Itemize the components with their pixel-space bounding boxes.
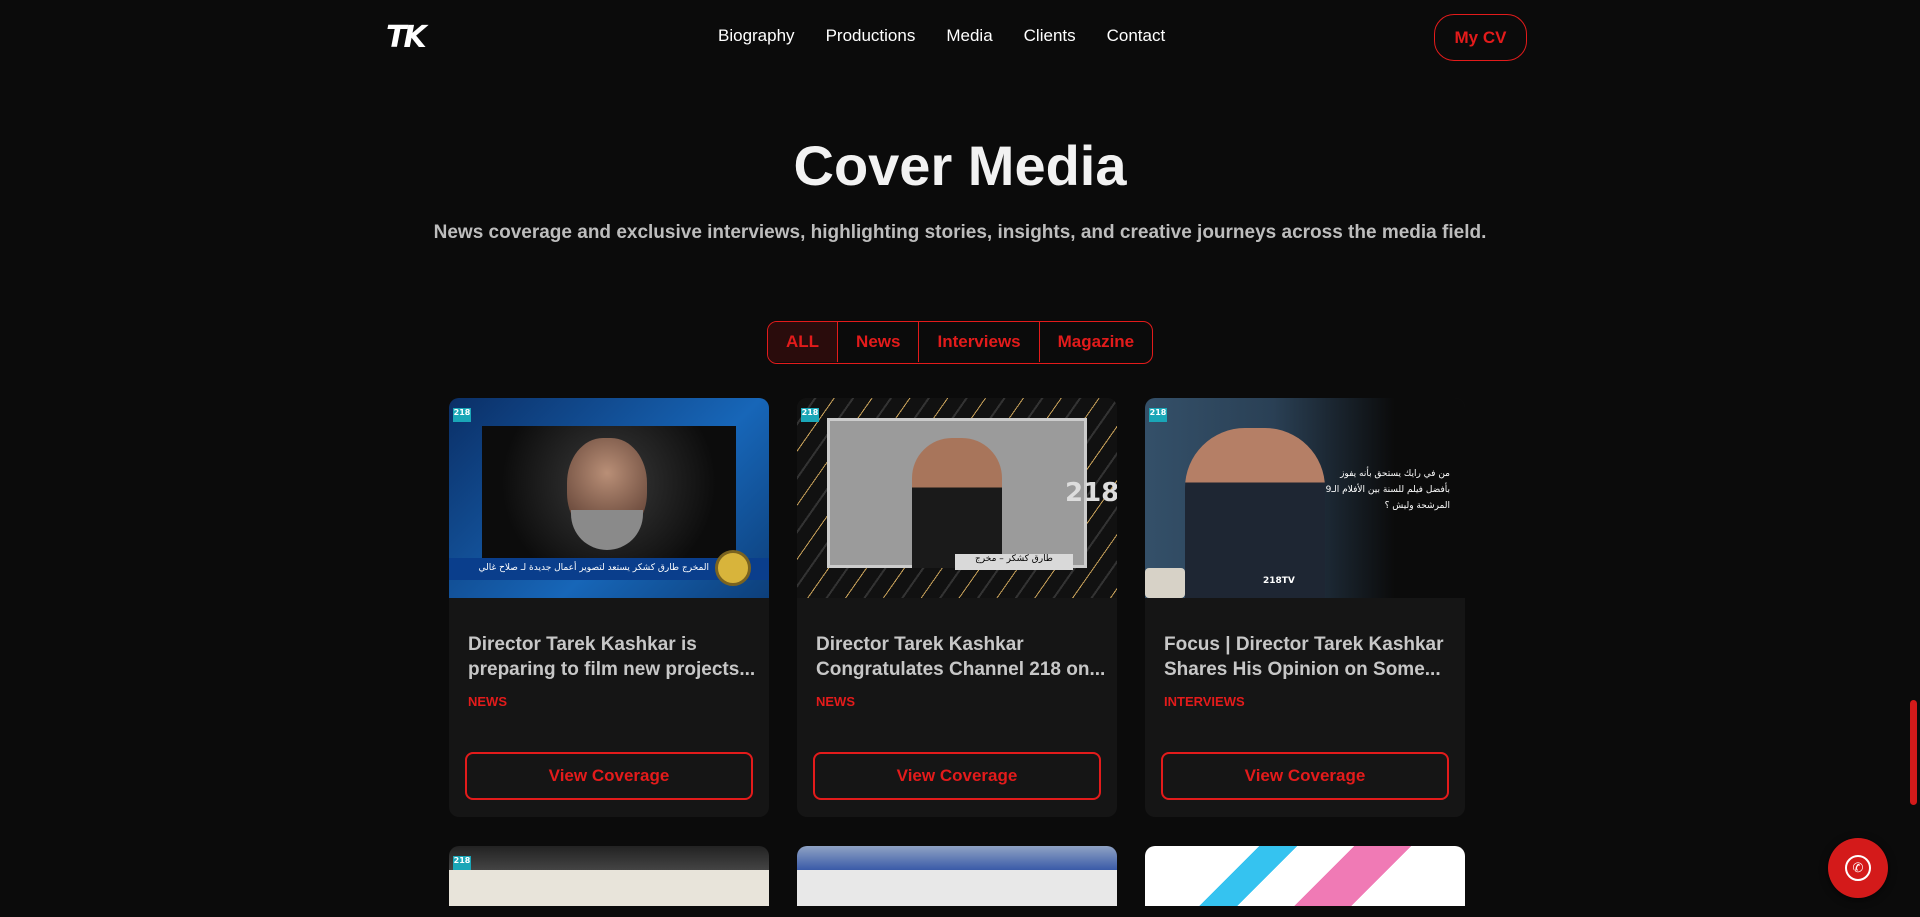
site-logo[interactable]: TK bbox=[386, 20, 427, 55]
view-coverage-button[interactable]: View Coverage bbox=[1161, 752, 1449, 800]
nav-productions[interactable]: Productions bbox=[826, 26, 916, 46]
thumbnail-brand: 218TV bbox=[1263, 576, 1295, 586]
channel-tag: 218 bbox=[1149, 408, 1167, 422]
card-thumbnail[interactable]: المخرج طارق كشكر يستعد لتصوير أعمال جديد… bbox=[449, 398, 769, 598]
nav-biography[interactable]: Biography bbox=[718, 26, 795, 46]
main-menu: Biography Productions Media Clients Cont… bbox=[718, 26, 1165, 46]
whatsapp-icon: ✆ bbox=[1845, 855, 1871, 881]
channel-tag: 218 bbox=[453, 856, 471, 870]
my-cv-button[interactable]: My CV bbox=[1434, 14, 1527, 61]
channel-badge-icon bbox=[715, 550, 751, 586]
media-card: من في رايك يستحق بأنه يفوز بأفضل فيلم لل… bbox=[1145, 398, 1465, 817]
filter-interviews[interactable]: Interviews bbox=[918, 322, 1038, 362]
card-category: NEWS bbox=[816, 694, 855, 709]
nav-media[interactable]: Media bbox=[946, 26, 992, 46]
scrollbar-thumb[interactable] bbox=[1910, 700, 1917, 805]
card-thumbnail[interactable]: طارق كشكر – مخرج 218 218 bbox=[797, 398, 1117, 598]
media-card: طارق كشكر – مخرج 218 218 Director Tarek … bbox=[797, 398, 1117, 817]
card-title: Director Tarek Kashkar Congratulates Cha… bbox=[816, 634, 1106, 680]
view-coverage-button[interactable]: View Coverage bbox=[813, 752, 1101, 800]
thumbnail-cup bbox=[1145, 568, 1185, 598]
media-card: المخرج طارق كشكر يستعد لتصوير أعمال جديد… bbox=[449, 398, 769, 817]
nav-contact[interactable]: Contact bbox=[1107, 26, 1166, 46]
card-category: NEWS bbox=[468, 694, 507, 709]
page-subtitle: News coverage and exclusive interviews, … bbox=[433, 222, 1487, 243]
whatsapp-button[interactable]: ✆ bbox=[1828, 838, 1888, 898]
card-title: Director Tarek Kashkar is preparing to f… bbox=[468, 634, 756, 680]
thumbnail-caption: من في رايك يستحق بأنه يفوز بأفضل فيلم لل… bbox=[1325, 469, 1450, 511]
card-category: INTERVIEWS bbox=[1164, 694, 1245, 709]
top-navigation: TK Biography Productions Media Clients C… bbox=[0, 0, 1920, 74]
filter-news[interactable]: News bbox=[837, 322, 918, 362]
page-title: Cover Media bbox=[793, 134, 1127, 197]
filter-magazine[interactable]: Magazine bbox=[1038, 322, 1153, 362]
filter-all[interactable]: ALL bbox=[768, 322, 838, 362]
thumbnail-person bbox=[1185, 428, 1325, 598]
thumbnail-caption: طارق كشكر – مخرج bbox=[955, 554, 1073, 570]
card-thumbnail[interactable]: من في رايك يستحق بأنه يفوز بأفضل فيلم لل… bbox=[1145, 398, 1465, 598]
media-card-thumbnail[interactable] bbox=[1145, 846, 1465, 906]
channel-tag: 218 bbox=[453, 408, 471, 422]
thumbnail-person bbox=[912, 438, 1002, 568]
nav-clients[interactable]: Clients bbox=[1024, 26, 1076, 46]
view-coverage-button[interactable]: View Coverage bbox=[465, 752, 753, 800]
filter-tabs: ALL News Interviews Magazine bbox=[767, 321, 1154, 364]
thumbnail-number: 218 bbox=[1065, 478, 1117, 508]
card-title: Focus | Director Tarek Kashkar Shares Hi… bbox=[1164, 634, 1444, 680]
media-card-thumbnail[interactable]: 218 bbox=[449, 846, 769, 906]
channel-tag: 218 bbox=[801, 408, 819, 422]
media-card-thumbnail[interactable] bbox=[797, 846, 1117, 906]
